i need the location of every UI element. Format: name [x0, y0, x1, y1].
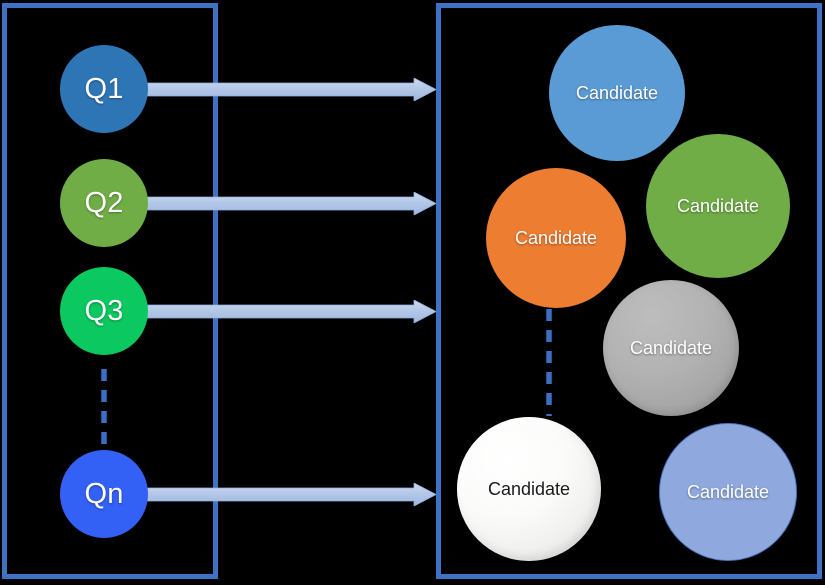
query-node-q2[interactable]: Q2 — [60, 159, 148, 247]
arrow-q1-to-candidates — [145, 77, 436, 101]
query-ellipsis-dashed-line — [100, 368, 108, 447]
query-node-label: Qn — [84, 477, 124, 510]
candidate-node-cand-green[interactable]: Candidate — [646, 134, 790, 278]
candidate-node-label: Candidate — [575, 83, 659, 103]
query-node-label: Q3 — [84, 294, 124, 327]
candidate-node-cand-white[interactable]: Candidate — [457, 417, 601, 561]
candidate-node-label: Candidate — [686, 482, 770, 502]
candidate-ellipsis-dashed-line — [545, 308, 553, 417]
query-node-q1[interactable]: Q1 — [60, 45, 148, 133]
candidate-node-cand-periwinkle[interactable]: Candidate — [659, 423, 797, 561]
candidate-node-cand-blue[interactable]: Candidate — [549, 25, 685, 161]
query-node-qn[interactable]: Qn — [60, 450, 148, 538]
candidate-node-label: Candidate — [514, 228, 598, 248]
query-node-label: Q1 — [84, 72, 124, 105]
candidate-node-label: Candidate — [487, 479, 571, 499]
query-node-label: Q2 — [84, 186, 124, 219]
candidate-node-cand-orange[interactable]: Candidate — [486, 168, 626, 308]
candidate-node-cand-gray[interactable]: Candidate — [603, 280, 739, 416]
arrow-q3-to-candidates — [145, 299, 436, 323]
diagram-canvas: Q1 Q2 Q3 Qn Candidate Candidate Candidate Cand… — [0, 0, 825, 585]
arrow-q2-to-candidates — [145, 191, 436, 215]
candidate-node-label: Candidate — [676, 196, 760, 216]
candidate-node-label: Candidate — [629, 338, 713, 358]
query-node-q3[interactable]: Q3 — [60, 267, 148, 355]
arrow-qn-to-candidates — [145, 482, 436, 506]
